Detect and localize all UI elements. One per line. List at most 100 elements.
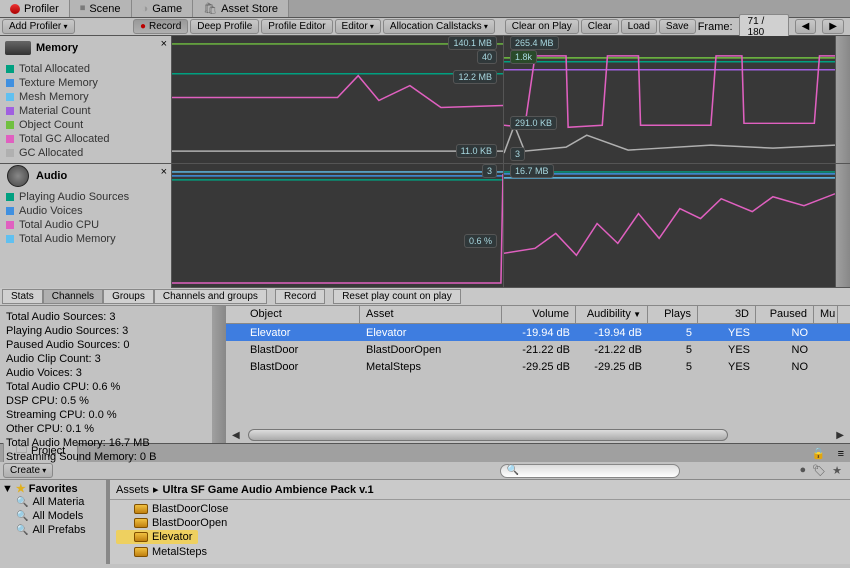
- frame-prev-button[interactable]: ◀: [795, 19, 817, 34]
- legend-item[interactable]: Material Count: [6, 104, 165, 118]
- memory-graph-left[interactable]: 140.1 MB 40 12.2 MB 11.0 KB: [172, 36, 504, 163]
- th-asset[interactable]: Asset: [360, 306, 502, 323]
- clear-button[interactable]: Clear: [581, 19, 619, 34]
- profiler-toolbar: Add Profiler Record Deep Profile Profile…: [0, 18, 850, 36]
- editor-dropdown[interactable]: Editor: [335, 19, 381, 34]
- tab-scene[interactable]: ⏹Scene: [70, 0, 132, 17]
- th-object[interactable]: Object: [226, 306, 360, 323]
- legend-item[interactable]: Texture Memory: [6, 76, 165, 90]
- scene-icon: ⏹: [80, 2, 86, 15]
- favorite-item[interactable]: 🔍All Prefabs: [2, 523, 104, 537]
- audio-graph-left[interactable]: 3 0.6 %: [172, 164, 504, 287]
- lock-icon[interactable]: 🔒: [806, 445, 832, 462]
- asset-item[interactable]: BlastDoorOpen: [116, 516, 844, 530]
- table-row[interactable]: BlastDoorBlastDoorOpen -21.22 dB-21.22 d…: [226, 341, 850, 358]
- table-row[interactable]: BlastDoorMetalSteps -29.25 dB-29.25 dB 5…: [226, 358, 850, 375]
- profiler-icon: [10, 4, 20, 14]
- filter-icon[interactable]: ●: [800, 464, 807, 477]
- graph-scrollbar[interactable]: [836, 36, 850, 163]
- asset-item[interactable]: Elevator: [116, 530, 198, 544]
- create-dropdown[interactable]: Create: [3, 463, 53, 478]
- tab-channels-groups[interactable]: Channels and groups: [154, 289, 267, 304]
- th-mu[interactable]: Mu: [814, 306, 838, 323]
- mem-badge: 12.2 MB: [453, 70, 497, 84]
- frame-next-button[interactable]: ▶: [822, 19, 844, 34]
- tab-assetstore[interactable]: 🛍Asset Store: [193, 0, 289, 17]
- search-icon: 🔍: [16, 497, 28, 508]
- project-search-input[interactable]: 🔍: [500, 464, 680, 478]
- legend-item[interactable]: Playing Audio Sources: [6, 190, 165, 204]
- save-button[interactable]: Save: [659, 19, 696, 34]
- load-button[interactable]: Load: [621, 19, 657, 34]
- legend-item[interactable]: Object Count: [6, 118, 165, 132]
- add-profiler-dropdown[interactable]: Add Profiler: [2, 19, 75, 34]
- asset-item[interactable]: BlastDoorClose: [116, 502, 844, 516]
- filter-star-icon[interactable]: ★: [832, 464, 842, 477]
- legend-item[interactable]: Mesh Memory: [6, 90, 165, 104]
- stat-line: Audio Voices: 3: [6, 366, 220, 380]
- stat-line: Paused Audio Sources: 0: [6, 338, 220, 352]
- reset-play-count-button[interactable]: Reset play count on play: [333, 289, 461, 304]
- tab-channels[interactable]: Channels: [43, 289, 103, 304]
- legend-item[interactable]: Total Audio Memory: [6, 232, 165, 246]
- audio-speaker-icon: [4, 167, 32, 185]
- stats-scrollbar[interactable]: [212, 306, 226, 443]
- legend-item[interactable]: Audio Voices: [6, 204, 165, 218]
- tab-profiler[interactable]: Profiler: [0, 0, 70, 17]
- aud-badge: 3: [482, 164, 497, 178]
- frame-label: Frame:: [698, 21, 733, 33]
- aud-badge: 0.6 %: [464, 234, 497, 248]
- favorite-item[interactable]: 🔍All Models: [2, 509, 104, 523]
- aud-badge: 16.7 MB: [510, 164, 554, 178]
- tab-game[interactable]: ◑Game: [132, 0, 194, 17]
- clear-on-play-button[interactable]: Clear on Play: [505, 19, 579, 34]
- audio-graph-right[interactable]: 16.7 MB: [504, 164, 836, 287]
- favorites-header[interactable]: ▼★Favorites: [2, 482, 104, 495]
- mem-badge: 40: [477, 50, 497, 64]
- allocation-callstacks-dropdown[interactable]: Allocation Callstacks: [383, 19, 495, 34]
- memory-graph-right[interactable]: 265.4 MB 1.8k 291.0 KB 3: [504, 36, 836, 163]
- search-icon: 🔍: [16, 511, 28, 522]
- audio-asset-icon: [134, 518, 148, 528]
- graph-scrollbar[interactable]: [836, 164, 850, 287]
- th-paused[interactable]: Paused: [756, 306, 814, 323]
- tab-record[interactable]: Record: [275, 289, 325, 304]
- th-3d[interactable]: 3D: [698, 306, 756, 323]
- audio-asset-icon: [134, 504, 148, 514]
- hscroll-thumb[interactable]: [248, 429, 728, 441]
- audio-title: Audio: [36, 170, 67, 182]
- stat-line: Streaming CPU: 0.0 %: [6, 408, 220, 422]
- hscroll-left-icon[interactable]: ◀: [232, 430, 240, 441]
- table-row[interactable]: ElevatorElevator -19.94 dB-19.94 dB 5YES…: [226, 324, 850, 341]
- mem-badge: 140.1 MB: [448, 36, 497, 50]
- mem-badge: 265.4 MB: [510, 36, 559, 50]
- audio-asset-icon: [134, 532, 148, 542]
- stat-line: Streaming Sound Memory: 0 B: [6, 450, 220, 464]
- profile-editor-button[interactable]: Profile Editor: [261, 19, 332, 34]
- deep-profile-button[interactable]: Deep Profile: [190, 19, 259, 34]
- th-plays[interactable]: Plays: [648, 306, 698, 323]
- project-breadcrumb[interactable]: Assets▸Ultra SF Game Audio Ambience Pack…: [110, 480, 850, 500]
- stat-line: Audio Clip Count: 3: [6, 352, 220, 366]
- favorite-item[interactable]: 🔍All Materia: [2, 495, 104, 509]
- legend-item[interactable]: Total Audio CPU: [6, 218, 165, 232]
- stat-line: Total Audio Sources: 3: [6, 310, 220, 324]
- record-button[interactable]: Record: [133, 19, 188, 34]
- panel-menu-icon[interactable]: ≡: [832, 446, 850, 462]
- star-icon: ★: [16, 482, 26, 495]
- legend-item[interactable]: Total Allocated: [6, 62, 165, 76]
- legend-item[interactable]: GC Allocated: [6, 146, 165, 160]
- hscroll-right-icon[interactable]: ▶: [836, 430, 844, 441]
- legend-item[interactable]: Total GC Allocated: [6, 132, 165, 146]
- memory-pane-close-icon[interactable]: ×: [161, 38, 167, 50]
- stat-line: DSP CPU: 0.5 %: [6, 394, 220, 408]
- th-audibility[interactable]: Audibility: [576, 306, 648, 323]
- th-volume[interactable]: Volume: [502, 306, 576, 323]
- asset-item[interactable]: MetalSteps: [116, 545, 844, 559]
- filter-label-icon[interactable]: 🏷: [812, 464, 826, 477]
- tab-groups[interactable]: Groups: [103, 289, 154, 304]
- memory-chip-icon: [4, 39, 32, 57]
- search-icon: 🔍: [507, 465, 519, 476]
- tab-stats[interactable]: Stats: [2, 289, 43, 304]
- audio-pane-close-icon[interactable]: ×: [161, 166, 167, 178]
